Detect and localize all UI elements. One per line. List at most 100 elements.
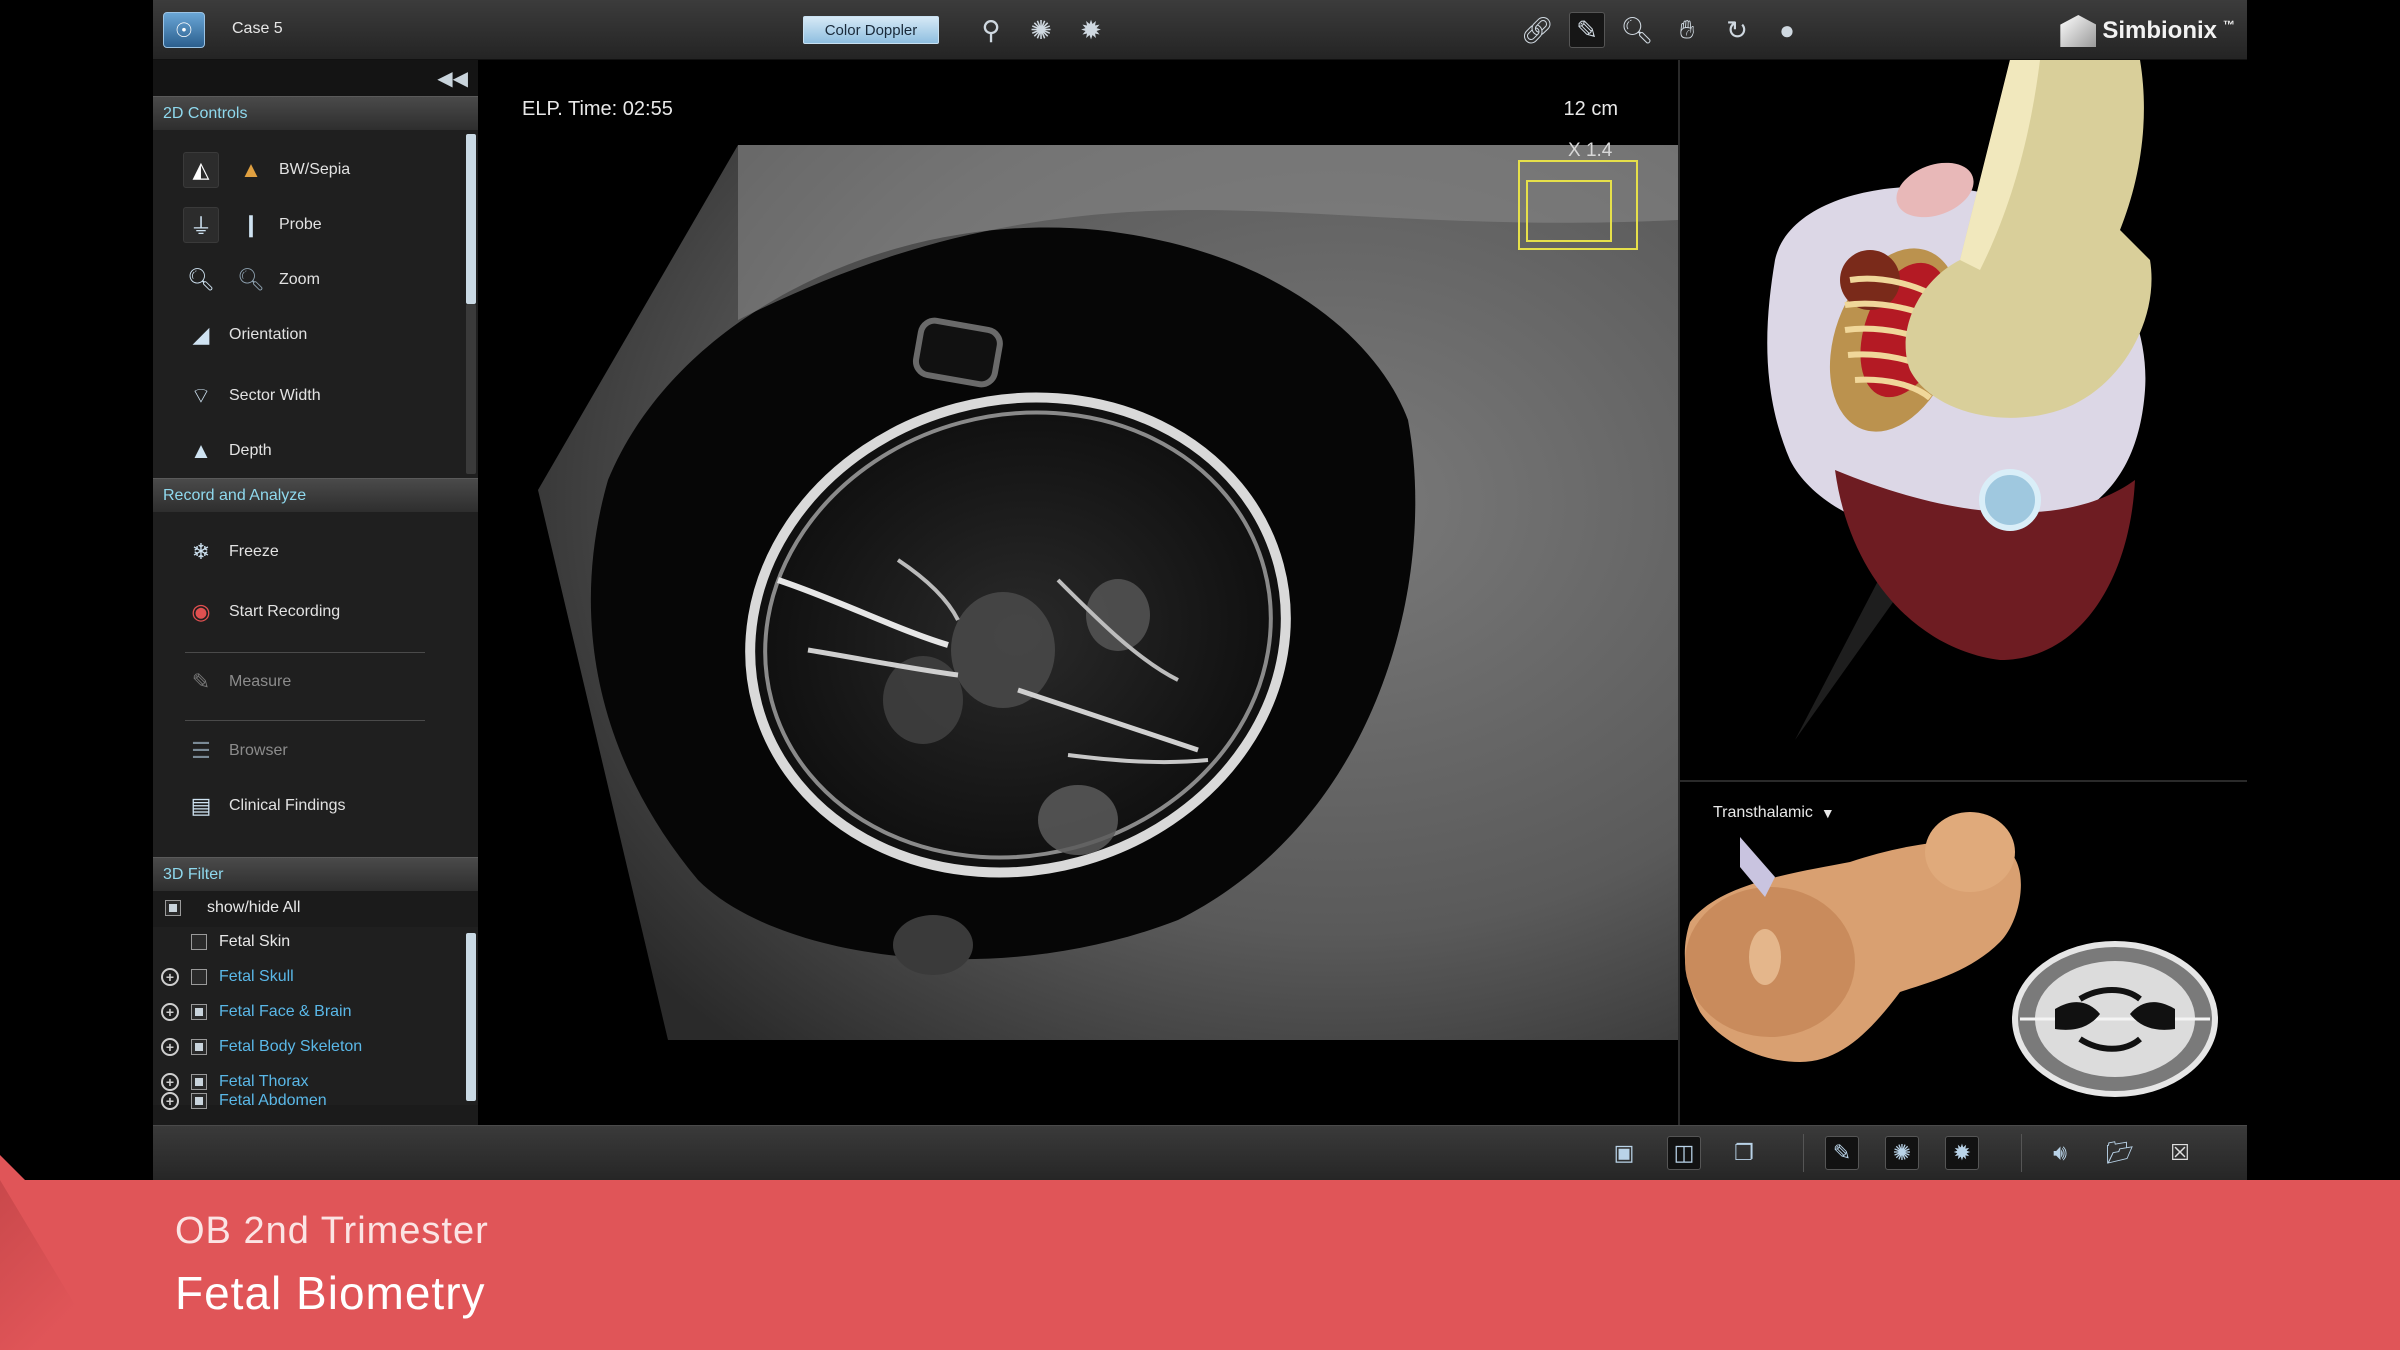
control-clinical-findings[interactable]: ▤ Clinical Findings [183, 788, 346, 824]
filter-label: Fetal Abdomen [219, 1092, 327, 1109]
expand-plus-icon[interactable]: + [161, 1038, 179, 1056]
filter-checkbox[interactable] [191, 1004, 207, 1020]
control-label: Zoom [279, 271, 320, 288]
fetus-view-icon[interactable]: ✺ [1023, 12, 1059, 48]
control-zoom[interactable]: 🔍︎ 🔍︎ Zoom [183, 262, 320, 298]
filter-scrollbar[interactable] [466, 933, 476, 1101]
expand-plus-icon[interactable]: + [161, 1003, 179, 1021]
brand-mark-icon [2060, 15, 2097, 47]
close-icon[interactable]: ☒ [2163, 1136, 2197, 1170]
control-freeze[interactable]: ❄ Freeze [183, 534, 279, 570]
probe-alt-icon[interactable]: ❙ [233, 207, 269, 243]
filter-item[interactable]: + Fetal Skull [161, 968, 294, 986]
filter-item[interactable]: + Fetal Abdomen [161, 1092, 327, 1110]
banner-title: Fetal Biometry [175, 1267, 486, 1319]
snowflake-icon[interactable]: ❄ [183, 534, 219, 570]
toolbar-separator [2021, 1134, 2022, 1172]
fetus-alt-view-icon[interactable]: ✹ [1073, 12, 1109, 48]
measure-pencil-icon[interactable]: ✎ [183, 664, 219, 700]
expand-plus-icon[interactable]: + [161, 968, 179, 986]
control-label: Orientation [229, 326, 308, 343]
section-header-record-analyze[interactable]: Record and Analyze [153, 478, 478, 512]
probe-pointer-icon[interactable]: ✎ [1569, 12, 1605, 48]
control-orientation[interactable]: ◢ Orientation [183, 317, 308, 353]
control-label: Sector Width [229, 387, 321, 404]
zoom-factor: X 1.4 [1568, 140, 1613, 161]
left-control-panel: ◀◀ 2D Controls ◭ ▲ BW/Sepia ⏚ ❙ Probe 🔍︎… [153, 60, 478, 1125]
filter-3d-list: show/hide All + Fetal Skin + Fetal Skull… [153, 891, 478, 1105]
zoom-out-icon[interactable]: 🔍︎ [233, 262, 269, 298]
banner-shade [0, 1180, 102, 1350]
filter-checkbox[interactable] [191, 969, 207, 985]
simulator-window: ☉ Case 5 Color Doppler ⚲ ✺ ✹ 🔗︎ ✎ 🔍︎ ✋︎ … [153, 0, 2247, 1180]
control-sector-width[interactable]: ⌔ Sector Width [183, 378, 321, 414]
open-folder-icon[interactable]: 📂︎ [2103, 1136, 2137, 1170]
section-header-2d-controls[interactable]: 2D Controls [153, 96, 478, 130]
depth-icon[interactable]: ▲ [183, 433, 219, 469]
dual-view-icon[interactable]: ◫ [1667, 1136, 1701, 1170]
3d-anatomy-view[interactable] [1678, 60, 2247, 780]
control-label: Clinical Findings [229, 797, 346, 814]
controls-scrollbar[interactable] [466, 134, 476, 304]
probe-icon[interactable]: ⏚ [183, 207, 219, 243]
filter-checkbox[interactable] [191, 1074, 207, 1090]
color-doppler-button[interactable]: Color Doppler [803, 16, 939, 44]
sector-width-icon[interactable]: ⌔ [183, 378, 219, 414]
filter-item[interactable]: + Fetal Face & Brain [161, 1003, 352, 1021]
control-label: Browser [229, 742, 288, 759]
expand-plus-icon[interactable]: + [161, 1092, 179, 1110]
anatomy-mode-icon[interactable]: ✺ [1885, 1136, 1919, 1170]
control-measure[interactable]: ✎ Measure [183, 664, 291, 700]
app-logo-icon[interactable]: ☉ [163, 12, 205, 48]
control-start-recording[interactable]: ◉ Start Recording [183, 594, 340, 630]
control-label: Probe [279, 216, 322, 233]
probe-mode-icon[interactable]: ✎ [1825, 1136, 1859, 1170]
zoom-in-icon[interactable]: 🔍︎ [183, 262, 219, 298]
control-browser[interactable]: ☰ Browser [183, 733, 288, 769]
control-depth[interactable]: ▲ Depth [183, 433, 272, 469]
pan-hand-icon[interactable]: ✋︎ [1669, 12, 1705, 48]
ultrasound-image-view[interactable]: ELP. Time: 02:55 12 cm X 1.4 [478, 60, 1678, 1125]
filter-show-hide-all[interactable]: show/hide All [165, 899, 300, 917]
collapse-panel-icon[interactable]: ◀◀ [437, 66, 468, 91]
control-label: Freeze [229, 543, 279, 560]
control-label: Start Recording [229, 603, 341, 620]
controls-2d-list: ◭ ▲ BW/Sepia ⏚ ❙ Probe 🔍︎ 🔍︎ Zoom ◢ Orie… [153, 130, 478, 478]
orientation-icon[interactable]: ◢ [183, 317, 219, 353]
single-view-icon[interactable]: ▣ [1607, 1136, 1641, 1170]
probe-tool-icon[interactable]: ⚲ [973, 12, 1009, 48]
filter-label: Fetal Skull [219, 968, 294, 985]
control-label: Depth [229, 442, 272, 459]
filter-checkbox[interactable] [191, 1093, 207, 1109]
expand-plus-icon[interactable]: + [161, 1073, 179, 1091]
section-header-3d-filter[interactable]: 3D Filter [153, 857, 478, 891]
speaker-icon[interactable]: 🔊︎ [2043, 1136, 2077, 1170]
top-toolbar: ☉ Case 5 Color Doppler ⚲ ✺ ✹ 🔗︎ ✎ 🔍︎ ✋︎ … [153, 0, 2247, 60]
bw-mode-icon[interactable]: ◭ [183, 152, 219, 188]
filter-item[interactable]: + Fetal Body Skeleton [161, 1038, 362, 1056]
overlay-view-icon[interactable]: ❐ [1727, 1136, 1761, 1170]
control-probe[interactable]: ⏚ ❙ Probe [183, 207, 322, 243]
zoom-navigator-box[interactable] [1526, 180, 1612, 242]
title-banner: OB 2nd Trimester Fetal Biometry [0, 1180, 2400, 1350]
bottom-toolbar: ▣ ◫ ❐ ✎ ✺ ✹ 🔊︎ 📂︎ ☒ [153, 1125, 2247, 1180]
magnify-icon[interactable]: 🔍︎ [1619, 12, 1655, 48]
record-icon[interactable]: ◉ [183, 594, 219, 630]
filter-checkbox[interactable] [191, 934, 207, 950]
plane-reference-render [1684, 812, 2218, 1097]
filter-checkbox[interactable] [191, 1039, 207, 1055]
browser-list-icon[interactable]: ☰ [183, 733, 219, 769]
fetus-mode-icon[interactable]: ✹ [1945, 1136, 1979, 1170]
sphere-view-icon[interactable]: ● [1769, 12, 1805, 48]
clinical-findings-icon[interactable]: ▤ [183, 788, 219, 824]
sepia-mode-icon[interactable]: ▲ [233, 152, 269, 188]
rotate-icon[interactable]: ↻ [1719, 12, 1755, 48]
link-icon[interactable]: 🔗︎ [1519, 12, 1555, 48]
filter-item[interactable]: + Fetal Thorax [161, 1073, 309, 1091]
ultrasound-scan-image [538, 145, 1678, 1040]
filter-label: Fetal Skin [219, 933, 291, 950]
show-all-checkbox[interactable] [165, 900, 181, 916]
control-bw-sepia[interactable]: ◭ ▲ BW/Sepia [183, 152, 350, 188]
filter-item[interactable]: + Fetal Skin [161, 933, 290, 951]
3d-anatomy-render [1767, 60, 2152, 740]
